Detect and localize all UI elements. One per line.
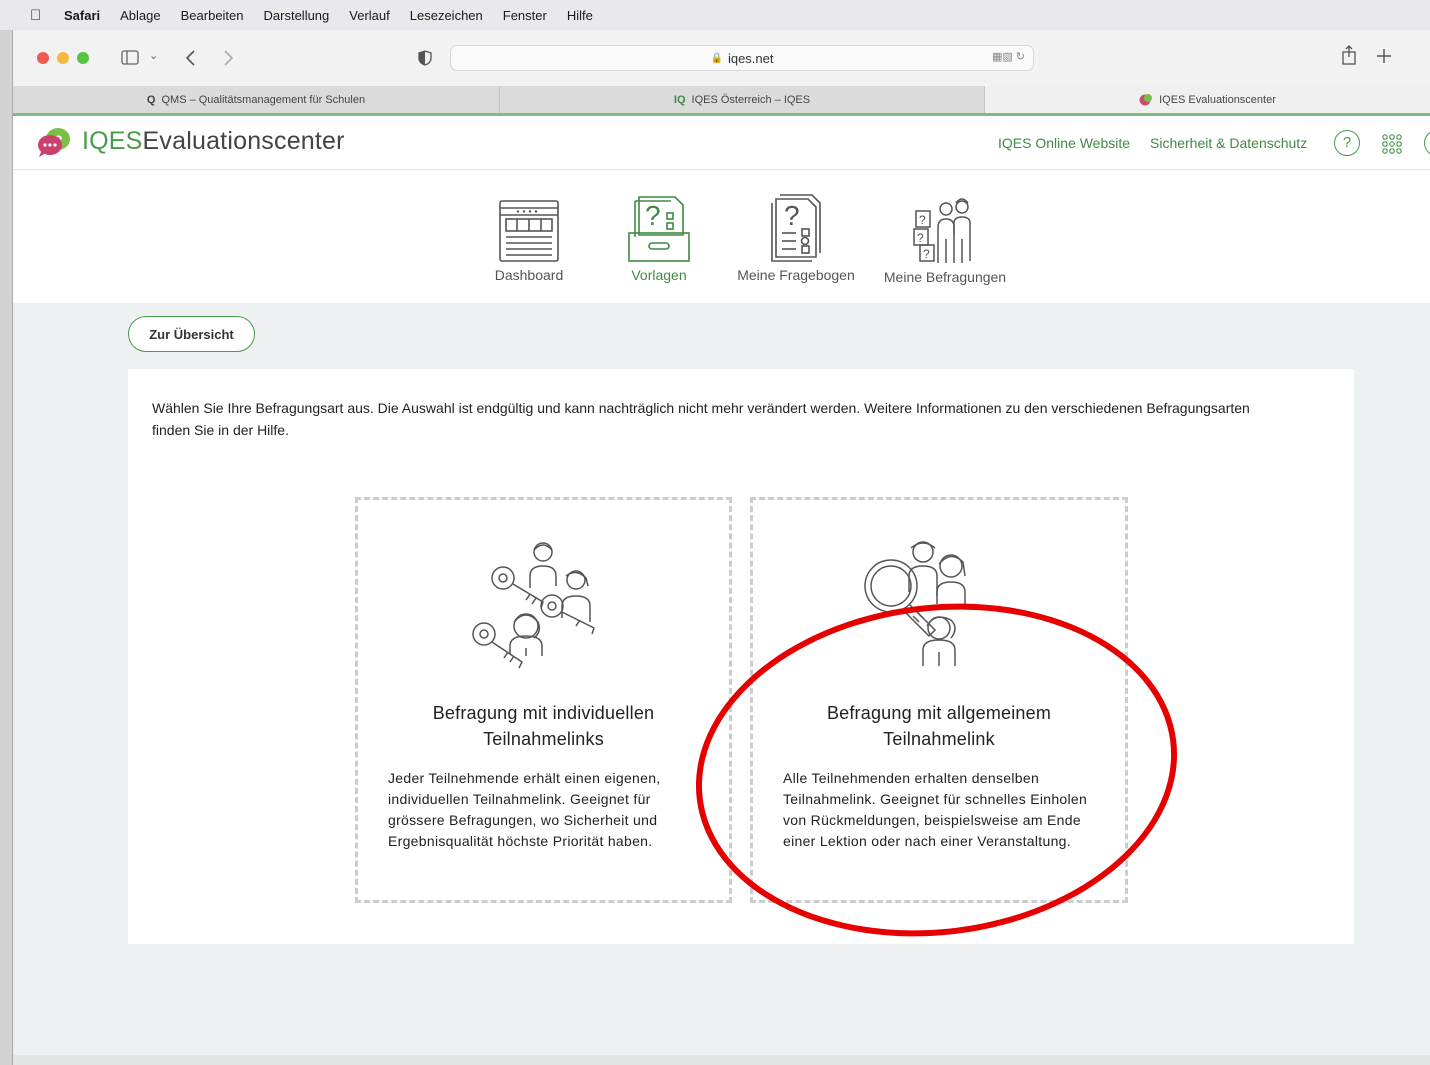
- menu-fenster[interactable]: Fenster: [503, 8, 547, 23]
- questionnaire-icon: ?: [771, 194, 821, 262]
- menu-lesezeichen[interactable]: Lesezeichen: [410, 8, 483, 23]
- apps-grid-icon[interactable]: [1381, 133, 1403, 155]
- menu-app-name[interactable]: Safari: [64, 8, 100, 23]
- security-privacy-link[interactable]: Sicherheit & Datenschutz: [1150, 135, 1307, 151]
- nav-label: Meine Befragungen: [883, 269, 1007, 285]
- nav-label: Vorlagen: [631, 267, 687, 283]
- menu-bearbeiten[interactable]: Bearbeiten: [181, 8, 244, 23]
- back-icon[interactable]: [184, 49, 196, 67]
- menu-hilfe[interactable]: Hilfe: [567, 8, 593, 23]
- iqes-online-website-link[interactable]: IQES Online Website: [998, 135, 1130, 151]
- q-circle-icon: Q: [146, 93, 156, 106]
- forward-icon[interactable]: [223, 49, 235, 67]
- url-text: iqes.net: [727, 50, 774, 66]
- card-title-line2: Teilnahmelinks: [483, 729, 604, 749]
- tab-title: QMS – Qualitätsmanagement für Schulen: [161, 93, 366, 106]
- new-tab-icon[interactable]: [1376, 48, 1392, 64]
- svg-text:?: ?: [784, 200, 800, 231]
- tab-bar: Q QMS – Qualitätsmanagement für Schulen …: [13, 86, 1430, 113]
- card-title-line2: Teilnahmelink: [883, 729, 995, 749]
- tab-iqes-austria[interactable]: IQ IQES Österreich – IQES: [500, 86, 985, 113]
- card-individual-links[interactable]: Befragung mit individuellen Teilnahmelin…: [355, 497, 732, 903]
- translate-reload-icon[interactable]: ▦▧ ↻: [992, 50, 1025, 63]
- nav-dashboard[interactable]: Dashboard: [478, 199, 580, 283]
- mac-menubar:  Safari Ablage Bearbeiten Darstellung V…: [0, 0, 1430, 30]
- menu-ablage[interactable]: Ablage: [120, 8, 160, 23]
- help-icon: ?: [1342, 134, 1352, 151]
- dashboard-icon: [499, 200, 559, 262]
- svg-text:?: ?: [645, 200, 661, 231]
- card-general-link[interactable]: Befragung mit allgemeinem Teilnahmelink …: [750, 497, 1128, 903]
- templates-icon: ?: [628, 196, 690, 262]
- address-bar[interactable]: 🔒 iqes.net ▦▧ ↻: [450, 45, 1034, 71]
- browser-toolbar: ⌄ 🔒 iqes.net ▦▧ ↻: [13, 30, 1430, 86]
- logo-prefix: IQES: [82, 127, 143, 155]
- tab-qms[interactable]: Q QMS – Qualitätsmanagement für Schulen: [13, 86, 500, 113]
- magnifier-people-icon: [864, 541, 966, 666]
- svg-text:?: ?: [923, 247, 930, 261]
- tab-title: IQES Evaluationscenter: [1159, 93, 1276, 106]
- intro-text: Wählen Sie Ihre Befragungsart aus. Die A…: [152, 400, 1250, 438]
- minimize-window-button[interactable]: [57, 52, 69, 64]
- logo-wordmark[interactable]: IQESEvaluationscenter: [82, 127, 345, 156]
- window-controls: [37, 52, 89, 64]
- sidebar-icon[interactable]: [121, 50, 139, 65]
- card-title-line1: Befragung mit allgemeinem: [826, 703, 1052, 723]
- close-window-button[interactable]: [37, 52, 49, 64]
- logo-suffix: Evaluationscenter: [142, 127, 345, 155]
- privacy-shield-icon[interactable]: [418, 50, 432, 66]
- tab-title: IQES Österreich – IQES: [691, 93, 811, 106]
- user-menu-button[interactable]: [1424, 130, 1430, 156]
- menu-darstellung[interactable]: Darstellung: [264, 8, 330, 23]
- nav-vorlagen[interactable]: ? Vorlagen: [611, 193, 707, 283]
- help-button[interactable]: ?: [1334, 130, 1360, 156]
- card-description: Jeder Teilnehmende erhält einen eigenen,…: [388, 770, 661, 849]
- share-icon[interactable]: [1341, 44, 1357, 66]
- zoom-window-button[interactable]: [77, 52, 89, 64]
- lock-icon: 🔒: [710, 52, 723, 64]
- svg-text:?: ?: [919, 213, 926, 227]
- card-title: Befragung mit allgemeinem Teilnahmelink: [753, 700, 1125, 752]
- svg-text:?: ?: [917, 231, 924, 245]
- card-description: Alle Teilnehmenden erhalten denselben Te…: [783, 770, 1088, 849]
- card-title-line1: Befragung mit individuellen: [432, 703, 655, 723]
- tab-iqes-evaluationscenter[interactable]: IQES Evaluationscenter: [985, 86, 1430, 113]
- nav-meine-befragungen[interactable]: ? ? ? Meine Befragungen: [875, 195, 1015, 285]
- iqes-logo-icon[interactable]: ?: [37, 126, 71, 158]
- menu-verlauf[interactable]: Verlauf: [349, 8, 389, 23]
- window-left-edge: [0, 30, 13, 1065]
- surveys-icon: ? ? ?: [913, 198, 971, 263]
- iq-icon: IQ: [673, 93, 686, 106]
- apple-icon[interactable]: : [30, 7, 52, 24]
- back-to-overview-button[interactable]: Zur Übersicht: [128, 316, 255, 352]
- card-title: Befragung mit individuellen Teilnahmelin…: [358, 700, 729, 752]
- keys-people-icon: [472, 542, 595, 669]
- app-header: ? IQESEvaluationscenter IQES Online Webs…: [13, 116, 1430, 170]
- bottom-edge: [13, 1055, 1430, 1065]
- module-navigation: Dashboard ? Vorlagen ? Meine Fragebogen …: [13, 171, 1430, 303]
- screen:  Safari Ablage Bearbeiten Darstellung V…: [0, 0, 1430, 1065]
- nav-meine-fragebogen[interactable]: ? Meine Fragebogen: [731, 193, 861, 283]
- nav-label: Dashboard: [494, 267, 564, 283]
- iqes-bubble-icon: [1139, 94, 1153, 106]
- chevron-down-icon[interactable]: ⌄: [149, 49, 158, 62]
- survey-type-panel: Wählen Sie Ihre Befragungsart aus. Die A…: [128, 369, 1354, 944]
- nav-label: Meine Fragebogen: [737, 267, 855, 283]
